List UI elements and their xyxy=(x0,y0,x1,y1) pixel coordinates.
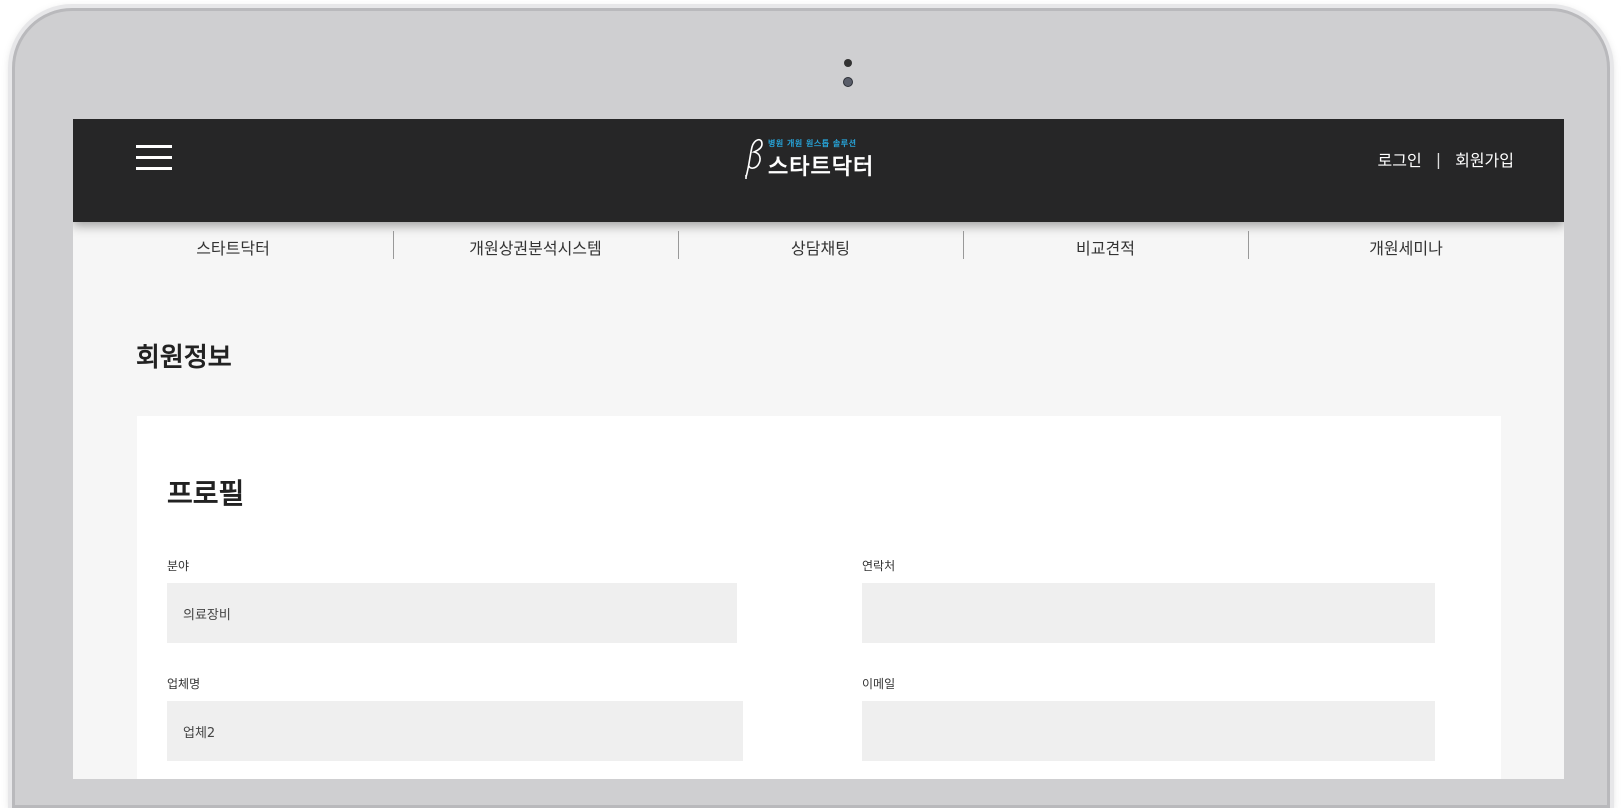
main-nav: 스타트닥터 개원상권분석시스템 상담채팅 비교견적 개원세미나 xyxy=(73,222,1564,272)
camera-lens xyxy=(843,77,853,87)
screen: 병원 개원 원스톱 솔루션 스타트닥터 로그인 | 회원가입 스타트닥터 개원상… xyxy=(73,119,1564,779)
auth-links: 로그인 | 회원가입 xyxy=(1378,147,1514,171)
nav-item-consult-chat[interactable]: 상담채팅 xyxy=(678,231,963,259)
signup-link[interactable]: 회원가입 xyxy=(1455,147,1514,171)
nav-item-compare-quotes[interactable]: 비교견적 xyxy=(963,231,1248,259)
nav-item-market-analysis[interactable]: 개원상권분석시스템 xyxy=(393,231,678,259)
field-input[interactable]: 의료장비 xyxy=(167,583,737,643)
top-bar: 병원 개원 원스톱 솔루션 스타트닥터 로그인 | 회원가입 xyxy=(73,119,1564,222)
login-link[interactable]: 로그인 xyxy=(1378,147,1422,171)
page-title: 회원정보 xyxy=(136,343,232,373)
logo-name: 스타트닥터 xyxy=(768,155,875,180)
auth-separator: | xyxy=(1435,149,1442,169)
hamburger-menu-icon[interactable] xyxy=(136,145,172,171)
profile-title: 프로필 xyxy=(167,477,245,510)
profile-card: 프로필 분야 의료장비 연락처 업체명 업체2 이메일 xyxy=(137,416,1501,779)
company-input[interactable]: 업체2 xyxy=(167,701,743,761)
email-label: 이메일 xyxy=(862,677,896,691)
logo-mark-icon xyxy=(745,138,763,179)
email-input[interactable] xyxy=(862,701,1435,761)
nav-item-seminar[interactable]: 개원세미나 xyxy=(1248,231,1564,259)
contact-label: 연락처 xyxy=(862,559,896,573)
company-label: 업체명 xyxy=(167,677,201,691)
nav-item-startdoctor[interactable]: 스타트닥터 xyxy=(73,235,393,259)
field-label: 분야 xyxy=(167,559,190,573)
logo[interactable]: 병원 개원 원스톱 솔루션 스타트닥터 xyxy=(740,131,874,181)
contact-input[interactable] xyxy=(862,583,1435,643)
logo-tagline: 병원 개원 원스톱 솔루션 xyxy=(768,139,857,148)
sensor-dot xyxy=(844,59,852,67)
logo-text: 병원 개원 원스톱 솔루션 스타트닥터 xyxy=(768,138,874,181)
